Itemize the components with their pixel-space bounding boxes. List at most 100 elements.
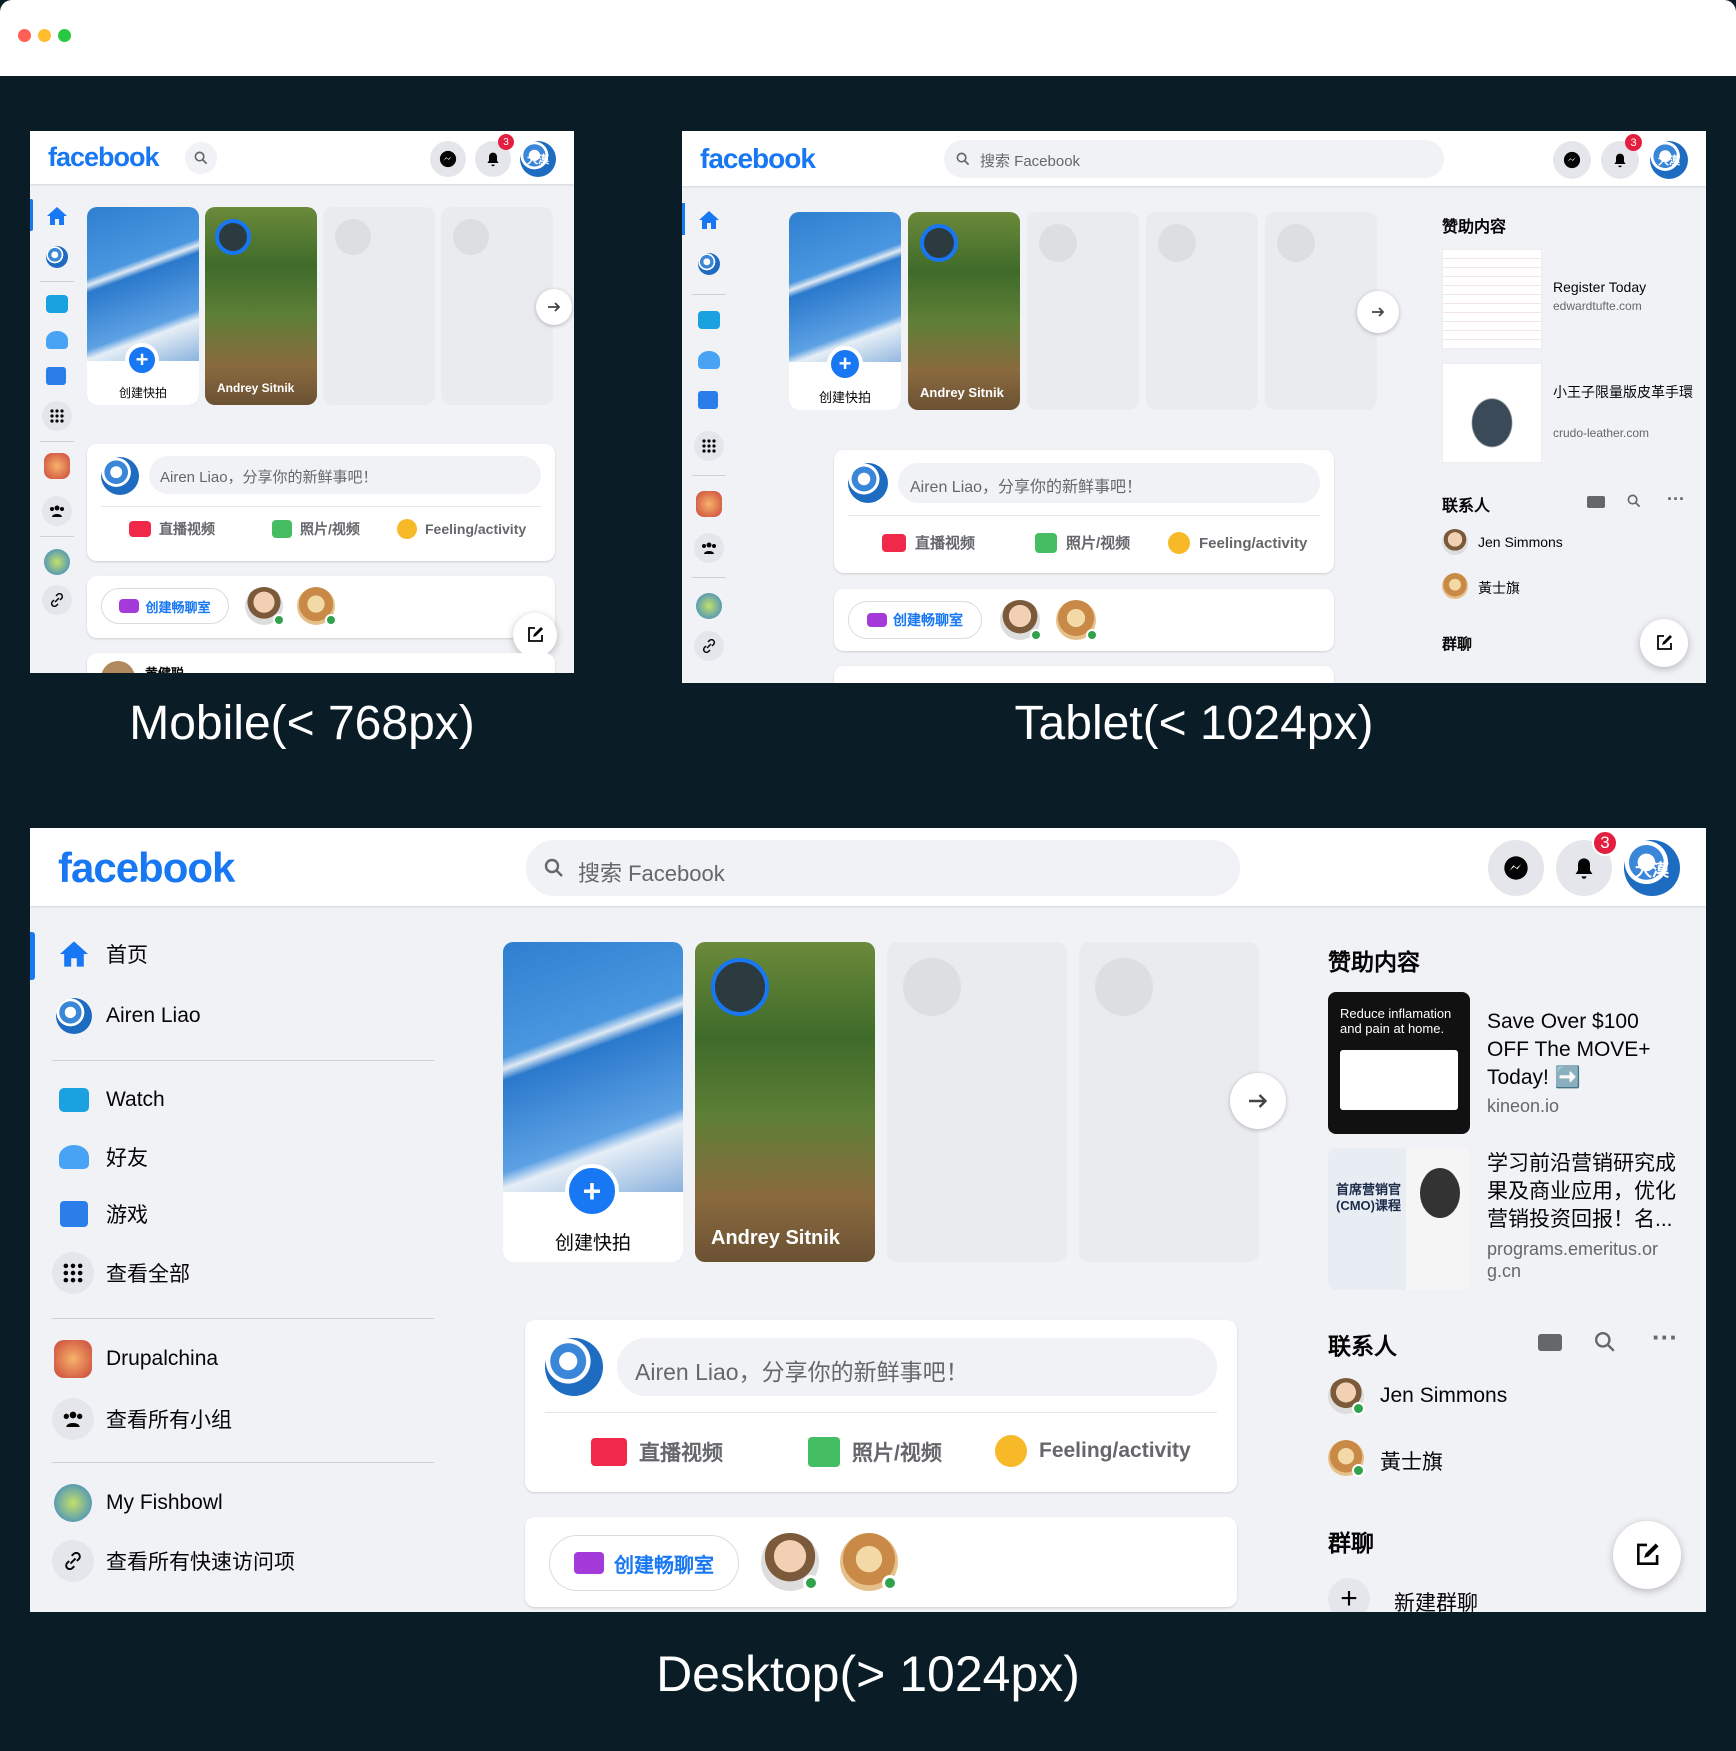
contact-name[interactable]: 黃士旗 xyxy=(1380,1446,1443,1476)
ad-title[interactable]: Register Today xyxy=(1553,279,1646,295)
active-indicator xyxy=(30,199,33,231)
facebook-logo[interactable]: facebook xyxy=(700,143,816,175)
profile-avatar[interactable]: 大漠 xyxy=(520,141,556,177)
story-card[interactable]: Andrey Sitnik xyxy=(908,212,1020,410)
video-call-icon[interactable] xyxy=(1538,1334,1562,1351)
home-icon[interactable] xyxy=(46,206,68,231)
home-icon[interactable] xyxy=(698,210,720,235)
ad-thumbnail[interactable]: Reduce inflamation and pain at home. xyxy=(1328,992,1470,1134)
live-video-icon xyxy=(591,1438,627,1466)
add-group-icon[interactable]: + xyxy=(1328,1578,1370,1612)
fishbowl-avatar[interactable] xyxy=(696,593,722,619)
airen-avatar[interactable] xyxy=(46,246,68,268)
feeling-button[interactable]: Feeling/activity xyxy=(397,519,526,539)
messenger-icon[interactable] xyxy=(1488,840,1544,896)
sidebar-item-see-all[interactable]: 查看全部 xyxy=(52,1252,190,1294)
create-room-button[interactable]: 创建畅聊室 xyxy=(549,1535,739,1591)
contact-avatar[interactable] xyxy=(1442,529,1468,555)
contact-name[interactable]: 黃士旗 xyxy=(1478,578,1520,598)
groups-icon[interactable] xyxy=(42,496,72,526)
next-story-arrow-icon[interactable] xyxy=(1230,1073,1286,1129)
ad-title[interactable]: 小王子限量版皮革手環 xyxy=(1553,383,1693,401)
photo-video-button[interactable]: 照片/视频 xyxy=(1035,532,1130,553)
link-icon[interactable] xyxy=(694,631,724,661)
watch-icon[interactable] xyxy=(46,295,68,313)
messenger-icon[interactable] xyxy=(430,141,466,177)
create-room-button[interactable]: 创建畅聊室 xyxy=(101,588,229,624)
friends-icon[interactable] xyxy=(46,331,68,349)
live-video-button[interactable]: 直播视频 xyxy=(882,532,975,553)
ad-thumbnail[interactable] xyxy=(1442,363,1542,463)
live-video-button[interactable]: 直播视频 xyxy=(591,1437,723,1467)
sidebar-item-drupalchina[interactable]: Drupalchina xyxy=(54,1340,218,1378)
close-window-button[interactable] xyxy=(18,29,31,42)
photo-video-button[interactable]: 照片/视频 xyxy=(808,1437,942,1467)
more-options-icon[interactable]: ··· xyxy=(1667,489,1685,510)
post-author-name[interactable]: 黄健聪 xyxy=(145,663,184,673)
sidebar-item-fishbowl[interactable]: My Fishbowl xyxy=(54,1484,223,1522)
video-call-icon[interactable] xyxy=(1587,496,1605,508)
drupalchina-avatar[interactable] xyxy=(696,491,722,517)
maximize-window-button[interactable] xyxy=(58,29,71,42)
next-story-arrow-icon[interactable] xyxy=(536,289,572,325)
search-input[interactable]: 搜索 Facebook xyxy=(526,840,1240,896)
post-author-avatar[interactable] xyxy=(101,661,135,673)
new-group-label[interactable]: 新建群聊 xyxy=(1394,1587,1478,1612)
composer-input[interactable]: Airen Liao，分享你的新鲜事吧！ xyxy=(149,456,541,494)
gaming-icon[interactable] xyxy=(46,367,66,385)
contact-name[interactable]: Jen Simmons xyxy=(1380,1384,1507,1408)
feeling-button[interactable]: Feeling/activity xyxy=(1168,532,1307,554)
more-options-icon[interactable]: ··· xyxy=(1652,1322,1678,1353)
contacts-search-icon[interactable] xyxy=(1627,494,1641,513)
photo-video-button[interactable]: 照片/视频 xyxy=(272,519,360,539)
minimize-window-button[interactable] xyxy=(38,29,51,42)
grid-icon[interactable] xyxy=(42,401,72,431)
composer-input[interactable]: Airen Liao，分享你的新鲜事吧！ xyxy=(617,1338,1217,1396)
contact-name[interactable]: Jen Simmons xyxy=(1478,534,1563,550)
search-icon[interactable] xyxy=(185,142,217,174)
create-room-button[interactable]: 创建畅聊室 xyxy=(848,601,982,639)
airen-avatar[interactable] xyxy=(698,253,720,275)
next-story-arrow-icon[interactable] xyxy=(1357,291,1399,333)
create-story-card[interactable]: 创建快拍 + xyxy=(503,942,683,1262)
messenger-icon[interactable] xyxy=(1553,141,1591,179)
sidebar-item-profile[interactable]: Airen Liao xyxy=(56,998,201,1034)
composer-input[interactable]: Airen Liao，分享你的新鲜事吧！ xyxy=(898,463,1320,503)
link-icon[interactable] xyxy=(42,585,72,615)
facebook-logo[interactable]: facebook xyxy=(48,142,160,173)
new-message-icon[interactable] xyxy=(1613,1521,1681,1589)
grid-icon[interactable] xyxy=(694,431,724,461)
sidebar-item-friends[interactable]: 好友 xyxy=(56,1139,148,1175)
sidebar-item-all-groups[interactable]: 查看所有小组 xyxy=(52,1398,232,1440)
ad-domain: programs.emeritus.or g.cn xyxy=(1487,1239,1659,1281)
ad-thumbnail[interactable]: 首席营销官 (CMO)课程 xyxy=(1328,1148,1470,1290)
ad-title[interactable]: Save Over $100 OFF The MOVE+ Today! ➡️ xyxy=(1487,1008,1683,1092)
profile-avatar[interactable]: 大漠 xyxy=(1624,840,1680,896)
profile-avatar[interactable]: 大漠 xyxy=(1650,141,1688,179)
gaming-icon[interactable] xyxy=(698,391,718,409)
sidebar-item-watch[interactable]: Watch xyxy=(56,1082,165,1118)
friends-icon[interactable] xyxy=(698,351,720,369)
create-story-card[interactable]: 创建快拍 + xyxy=(789,212,901,410)
create-story-card[interactable]: 创建快拍 + xyxy=(87,207,199,405)
story-card[interactable]: Andrey Sitnik xyxy=(695,942,875,1262)
ad-title[interactable]: 学习前沿营销研究成果及商业应用，优化营销投资回报！名... xyxy=(1487,1150,1687,1234)
feeling-button[interactable]: Feeling/activity xyxy=(995,1435,1191,1467)
sidebar-item-home[interactable]: 首页 xyxy=(56,936,148,972)
drupalchina-avatar[interactable] xyxy=(44,453,70,479)
contacts-search-icon[interactable] xyxy=(1594,1331,1616,1358)
new-message-icon[interactable] xyxy=(1640,619,1688,667)
sidebar-item-gaming[interactable]: 游戏 xyxy=(56,1196,148,1232)
ad-thumbnail[interactable] xyxy=(1442,249,1542,349)
live-video-button[interactable]: 直播视频 xyxy=(129,519,215,539)
watch-icon[interactable] xyxy=(698,311,720,329)
story-avatar xyxy=(920,224,958,262)
facebook-logo[interactable]: facebook xyxy=(58,844,235,892)
new-message-icon[interactable] xyxy=(513,613,557,657)
fishbowl-avatar[interactable] xyxy=(44,549,70,575)
search-input[interactable]: 搜索 Facebook xyxy=(944,140,1444,178)
sidebar-item-shortcuts[interactable]: 查看所有快速访问项 xyxy=(52,1540,295,1582)
contact-avatar[interactable] xyxy=(1442,573,1468,599)
story-card[interactable]: Andrey Sitnik xyxy=(205,207,317,405)
groups-icon[interactable] xyxy=(694,533,724,563)
